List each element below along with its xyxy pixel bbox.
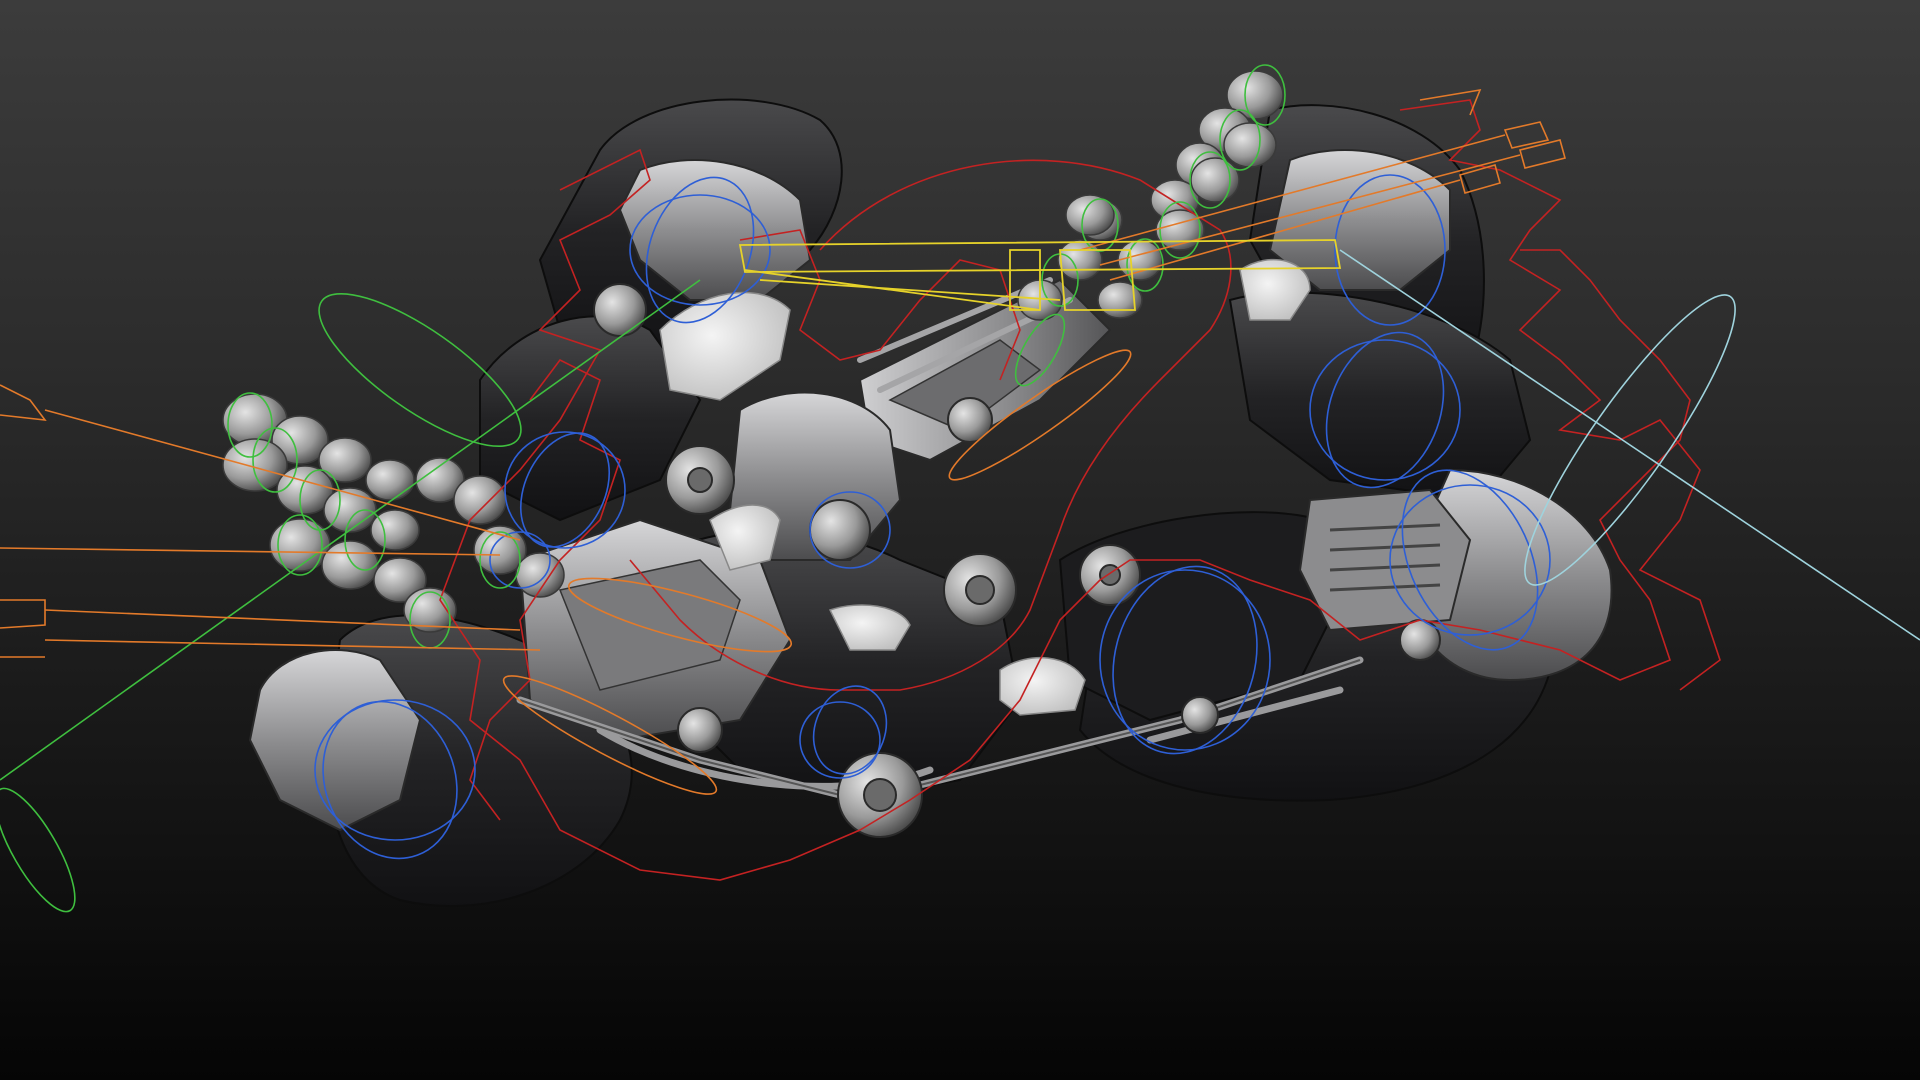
3d-viewport[interactable] bbox=[0, 0, 1920, 1080]
pole-line-1[interactable] bbox=[0, 384, 47, 421]
pole-box-3[interactable] bbox=[0, 599, 46, 629]
pole-line-2[interactable] bbox=[0, 547, 501, 556]
cloth-wrap-wrist bbox=[999, 657, 1086, 716]
finger-control-palm-small[interactable] bbox=[0, 778, 89, 921]
viewport-scene[interactable] bbox=[0, 0, 1920, 1080]
forearm-plate-right bbox=[1298, 488, 1472, 632]
